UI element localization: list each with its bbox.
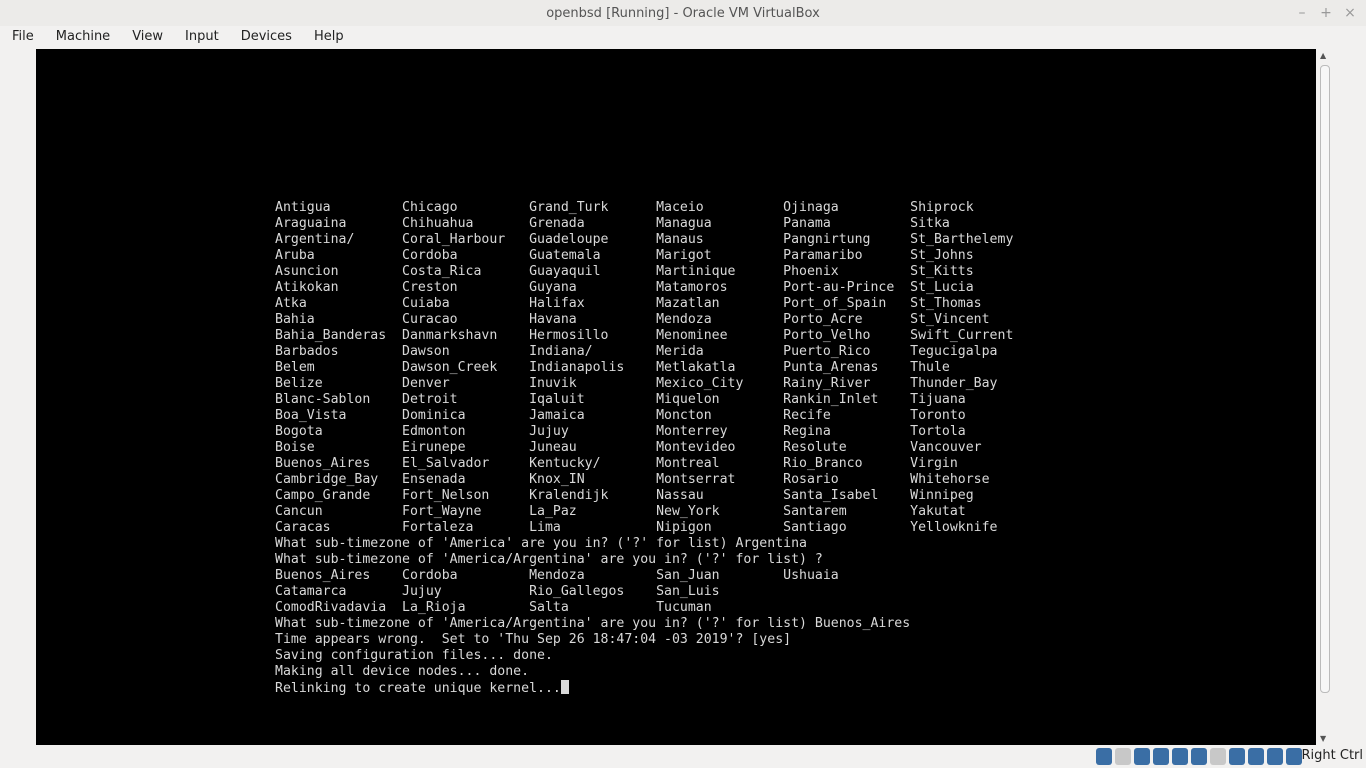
minimize-icon[interactable]: –: [1296, 5, 1308, 21]
menu-machine[interactable]: Machine: [44, 29, 120, 44]
maximize-icon[interactable]: +: [1320, 5, 1332, 21]
menu-input[interactable]: Input: [173, 29, 229, 44]
audio-icon[interactable]: [1134, 748, 1150, 765]
network-icon[interactable]: [1153, 748, 1169, 765]
status-icons: [1096, 748, 1302, 765]
cpu-icon[interactable]: [1248, 748, 1264, 765]
guest-screen[interactable]: Antigua Chicago Grand_Turk Maceio Ojinag…: [36, 49, 1316, 745]
window-titlebar: openbsd [Running] - Oracle VM VirtualBox…: [0, 0, 1366, 26]
statusbar: Right Ctrl: [0, 747, 1366, 768]
menu-file[interactable]: File: [0, 29, 44, 44]
window-controls: – + ×: [1296, 0, 1356, 26]
text-cursor: [560, 680, 569, 694]
window-title: openbsd [Running] - Oracle VM VirtualBox: [546, 5, 820, 21]
optical-drive-icon[interactable]: [1115, 748, 1131, 765]
keyboard-icon[interactable]: [1286, 748, 1302, 765]
close-icon[interactable]: ×: [1344, 5, 1356, 21]
usb-icon[interactable]: [1172, 748, 1188, 765]
host-key-label: Right Ctrl: [1301, 748, 1364, 763]
video-capture-icon[interactable]: [1229, 748, 1245, 765]
menu-devices[interactable]: Devices: [229, 29, 302, 44]
mouse-integration-icon[interactable]: [1267, 748, 1283, 765]
scroll-thumb[interactable]: [1320, 65, 1330, 693]
scroll-down-icon[interactable]: ▼: [1320, 734, 1326, 743]
hard-disk-icon[interactable]: [1096, 748, 1112, 765]
display-icon[interactable]: [1210, 748, 1226, 765]
console-output: Antigua Chicago Grand_Turk Maceio Ojinag…: [275, 200, 1014, 696]
menubar: File Machine View Input Devices Help: [0, 26, 1366, 47]
vertical-scrollbar[interactable]: ▲ ▼: [1318, 49, 1330, 745]
menu-help[interactable]: Help: [302, 29, 354, 44]
shared-folders-icon[interactable]: [1191, 748, 1207, 765]
scroll-up-icon[interactable]: ▲: [1320, 51, 1326, 60]
menu-view[interactable]: View: [120, 29, 173, 44]
